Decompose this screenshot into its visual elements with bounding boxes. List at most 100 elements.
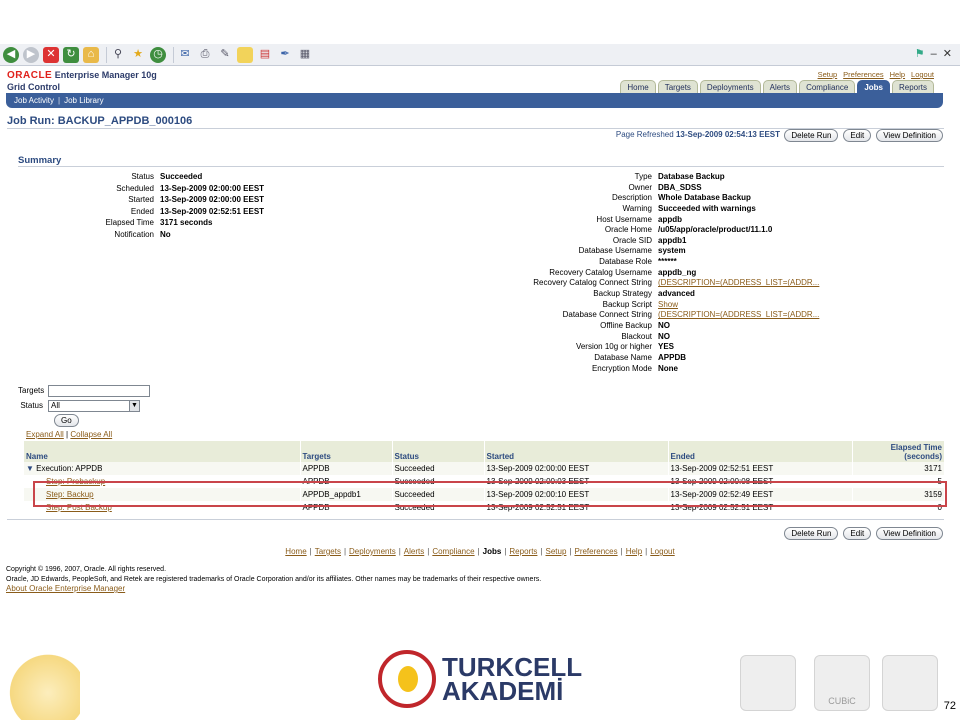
- row-targets-cell: APPDB: [300, 501, 393, 514]
- stop-icon[interactable]: ✕: [43, 46, 59, 63]
- view-definition-button-bottom[interactable]: View Definition: [876, 527, 943, 540]
- step-link[interactable]: Step: Post Backup: [46, 503, 112, 512]
- summary-detail-value[interactable]: (DESCRIPTION=(ADDRESS_LIST=(ADDR...: [658, 278, 858, 289]
- summary-detail-value: appdb1: [658, 235, 687, 245]
- about-oem-link[interactable]: About Oracle Enterprise Manager: [6, 584, 125, 593]
- footer-link-jobs[interactable]: Jobs: [483, 547, 502, 556]
- column-header-elapsed[interactable]: Elapsed Time (seconds): [852, 441, 945, 462]
- delete-run-button-bottom[interactable]: Delete Run: [784, 527, 839, 540]
- sub-navigation: Job Activity | Job Library: [6, 93, 943, 108]
- top-button-bar: Delete Run Edit View Definition: [784, 129, 943, 142]
- status-filter-select[interactable]: All ▼: [48, 399, 140, 412]
- summary-detail-value: appdb: [658, 214, 682, 224]
- footer-navigation: Home | Targets | Deployments | Alerts | Complian…: [0, 547, 960, 556]
- footer-link-targets[interactable]: Targets: [315, 547, 341, 556]
- table-row: Step: Post Backup APPDB Succeeded 13-Sep-20…: [24, 501, 945, 514]
- column-header-started[interactable]: Started: [484, 441, 669, 462]
- network-badge-icon: [882, 655, 938, 711]
- minimize-icon[interactable]: –: [931, 48, 937, 60]
- column-header-status[interactable]: Status: [392, 441, 485, 462]
- column-header-name[interactable]: Name: [24, 441, 301, 462]
- targets-filter-input[interactable]: [48, 384, 150, 397]
- refresh-icon[interactable]: ↻: [63, 46, 79, 63]
- view-definition-button[interactable]: View Definition: [876, 129, 943, 142]
- edit-button-bottom[interactable]: Edit: [843, 527, 872, 540]
- expand-triangle-icon[interactable]: ▼: [26, 464, 36, 473]
- forward-icon[interactable]: ▶: [23, 46, 39, 63]
- summary-detail-value[interactable]: Show: [658, 300, 858, 311]
- column-header-targets[interactable]: Targets: [300, 441, 393, 462]
- row-elapsed-cell: 3159: [852, 488, 945, 501]
- research-icon[interactable]: ▦: [297, 47, 313, 63]
- document-icon[interactable]: ▤: [257, 47, 273, 63]
- subnav-job-library[interactable]: Job Library: [64, 96, 104, 105]
- logo-line-2: AKADEMİ: [442, 676, 564, 706]
- expand-all-link[interactable]: Expand All: [26, 430, 64, 439]
- summary-field-value: 13-Sep-2009 02:00:00 EEST: [160, 183, 265, 193]
- summary-detail-label: Blackout: [621, 331, 652, 341]
- footer-link-setup[interactable]: Setup: [546, 547, 567, 556]
- tab-deployments[interactable]: Deployments: [699, 80, 761, 93]
- global-link-help[interactable]: Help: [890, 70, 905, 79]
- tab-jobs[interactable]: Jobs: [857, 80, 890, 93]
- turkcell-logo-mark-icon: [378, 650, 436, 708]
- copyright-line-1: Copyright © 1996, 2007, Oracle. All righ…: [6, 566, 167, 573]
- go-button[interactable]: Go: [54, 414, 79, 427]
- back-icon[interactable]: ◀: [3, 46, 19, 63]
- summary-field-value: Succeeded: [160, 172, 203, 181]
- chevron-down-icon[interactable]: ▼: [129, 400, 139, 411]
- tab-home[interactable]: Home: [620, 80, 656, 93]
- summary-detail-label: Version 10g or higher: [575, 342, 652, 352]
- footer-link-alerts[interactable]: Alerts: [404, 547, 424, 556]
- tab-alerts[interactable]: Alerts: [762, 80, 798, 93]
- subnav-job-activity[interactable]: Job Activity: [14, 96, 54, 105]
- tab-targets[interactable]: Targets: [657, 80, 698, 93]
- summary-detail-label: Recovery Catalog Connect String: [533, 278, 652, 288]
- edit-button[interactable]: Edit: [843, 129, 872, 142]
- mascot-image: [0, 652, 80, 720]
- close-icon[interactable]: ✕: [943, 47, 952, 60]
- collapse-all-link[interactable]: Collapse All: [70, 430, 112, 439]
- tab-reports[interactable]: Reports: [891, 80, 934, 93]
- step-link[interactable]: Step: Backup: [46, 490, 94, 499]
- row-ended-cell: 13-Sep-2009 02:00:08 EEST: [668, 475, 853, 488]
- favorites-star-icon[interactable]: ★: [130, 47, 146, 63]
- toolbar-separator: [106, 46, 107, 63]
- row-status-cell: Succeeded: [392, 488, 485, 501]
- column-header-ended[interactable]: Ended: [668, 441, 853, 462]
- edit-icon[interactable]: ✎: [217, 47, 233, 63]
- browser-toolbar: ◀ ▶ ✕ ↻ ⌂ ⚲ ★ ◷ ✉ ⎙ ✎ ▤ ✒ ▦ ⚑ – ✕: [0, 44, 960, 66]
- summary-detail-value[interactable]: (DESCRIPTION=(ADDRESS_LIST=(ADDR...: [658, 310, 858, 321]
- summary-detail-value: ******: [658, 257, 677, 267]
- search-icon[interactable]: ⚲: [110, 47, 126, 63]
- delete-run-button[interactable]: Delete Run: [784, 129, 839, 142]
- global-link-preferences[interactable]: Preferences: [843, 70, 883, 79]
- step-link[interactable]: Step: Prebackup: [46, 477, 105, 486]
- oracle-logo: ORACLE: [7, 70, 53, 81]
- global-link-logout[interactable]: Logout: [911, 70, 934, 79]
- print-icon[interactable]: ⎙: [197, 47, 213, 63]
- footer-link-reports[interactable]: Reports: [509, 547, 537, 556]
- global-links: Setup Preferences Help Logout: [818, 70, 934, 79]
- footer-link-deployments[interactable]: Deployments: [349, 547, 396, 556]
- global-link-setup[interactable]: Setup: [818, 70, 838, 79]
- status-filter-label: Status: [20, 401, 43, 410]
- table-row: Step: Backup APPDB_appdb1 Succeeded 13-Sep-…: [24, 488, 945, 501]
- summary-left: Status Succeeded Scheduled 13-Sep-2009 02:0…: [40, 172, 300, 242]
- tab-compliance[interactable]: Compliance: [799, 80, 856, 93]
- home-icon[interactable]: ⌂: [83, 46, 99, 63]
- footer-link-home[interactable]: Home: [285, 547, 306, 556]
- footer-link-logout[interactable]: Logout: [650, 547, 674, 556]
- history-icon[interactable]: ◷: [150, 46, 166, 63]
- summary-detail-label: Host Username: [596, 214, 652, 224]
- notes-icon[interactable]: [237, 46, 253, 63]
- pen-icon[interactable]: ✒: [277, 47, 293, 63]
- footer-link-preferences[interactable]: Preferences: [574, 547, 617, 556]
- page-number: 72: [943, 700, 956, 712]
- toolbar-separator: [173, 46, 174, 63]
- footer-link-compliance[interactable]: Compliance: [432, 547, 474, 556]
- footer-link-help[interactable]: Help: [626, 547, 642, 556]
- mail-icon[interactable]: ✉: [177, 47, 193, 63]
- summary-detail-label: Database Username: [578, 246, 652, 256]
- page-title: Job Run: BACKUP_APPDB_000106: [7, 115, 193, 127]
